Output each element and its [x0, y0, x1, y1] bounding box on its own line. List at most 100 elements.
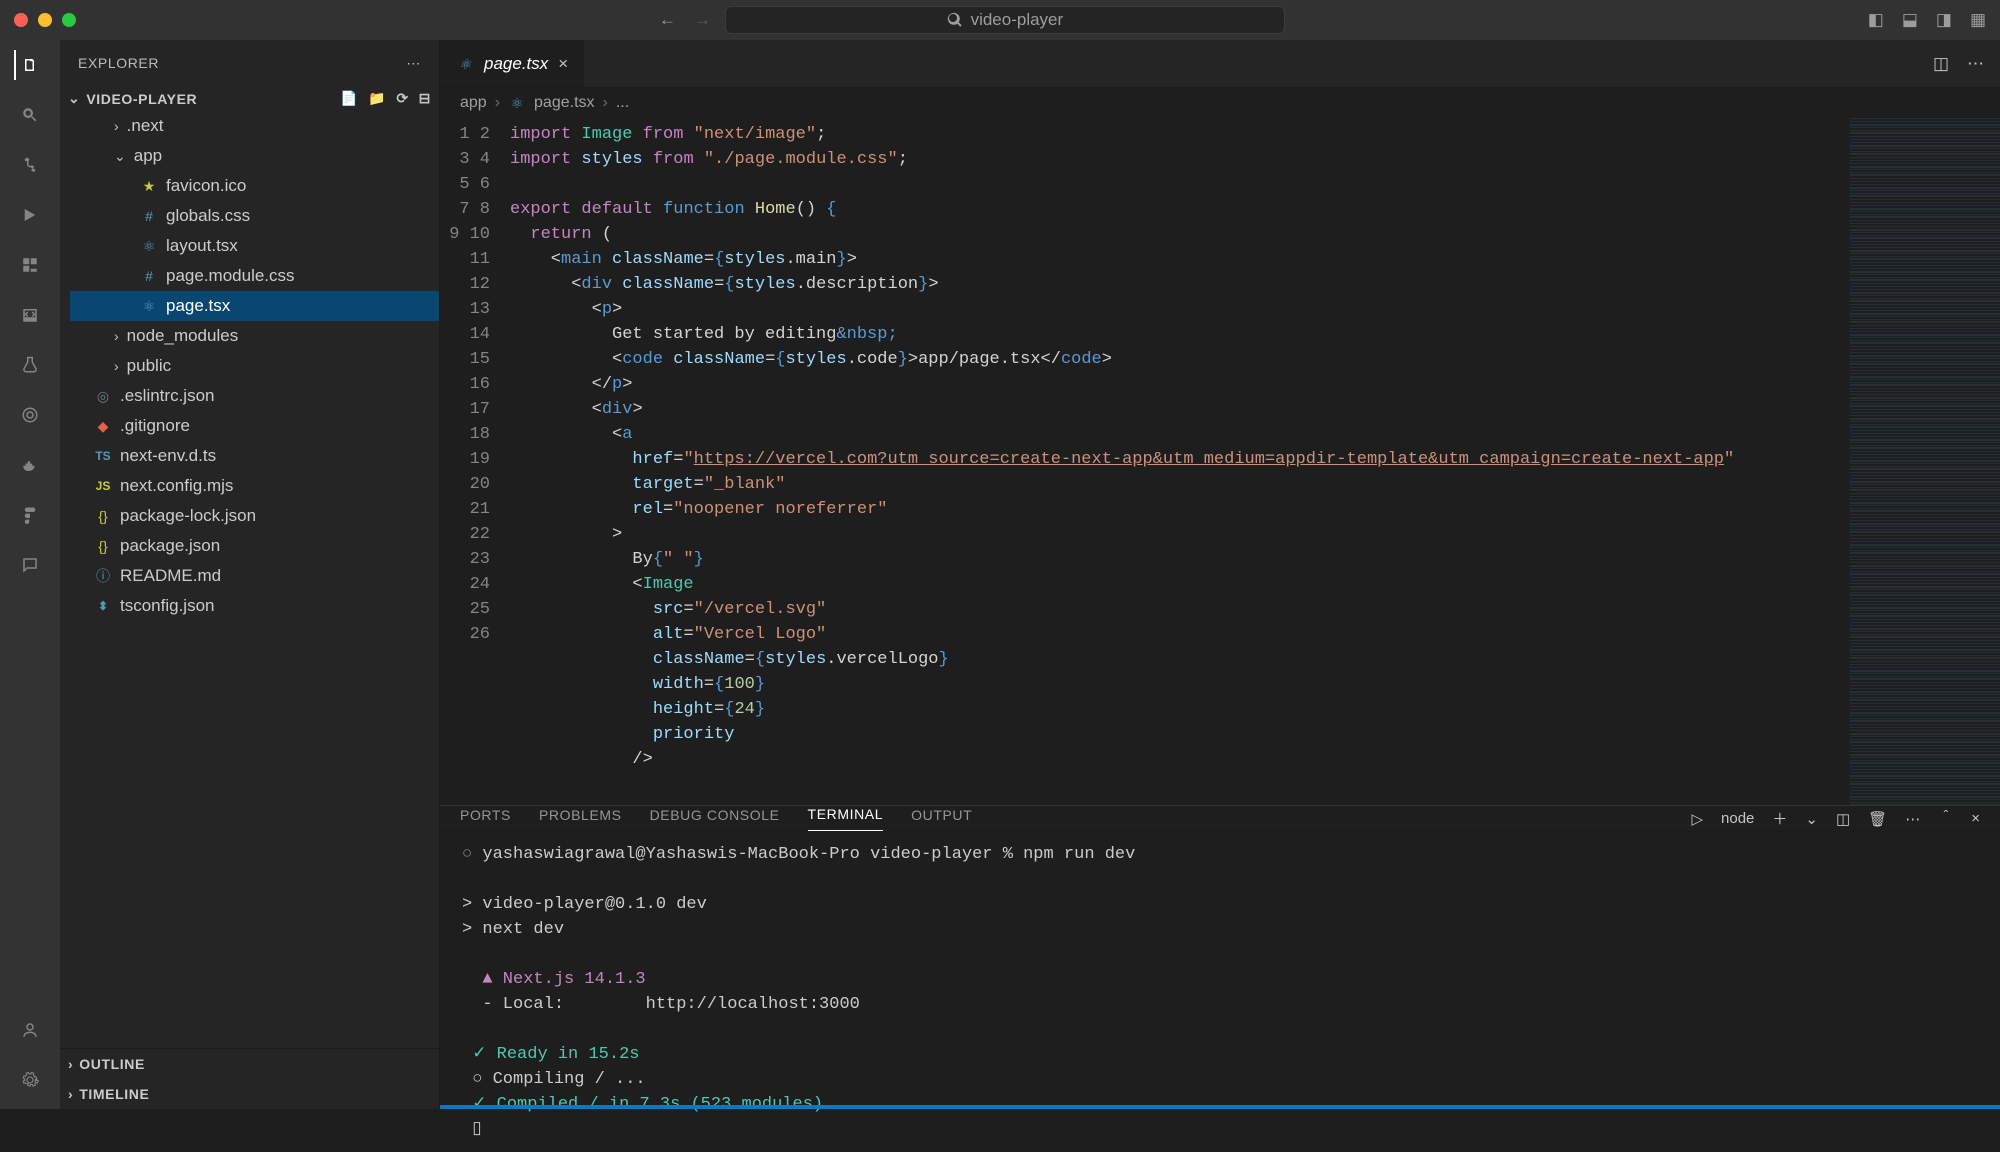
project-name: VIDEO-PLAYER: [86, 91, 197, 107]
file-page-module-css[interactable]: #page.module.css: [70, 261, 439, 291]
minimap[interactable]: [1850, 118, 2000, 805]
json-icon: {}: [94, 537, 112, 555]
activity-remote[interactable]: [15, 300, 45, 330]
folder-public[interactable]: ›public: [70, 351, 439, 381]
new-file-icon[interactable]: 📄: [340, 90, 358, 107]
terminal-shell-icon[interactable]: ▷: [1691, 810, 1703, 828]
chevron-right-icon: ›: [603, 94, 608, 112]
folder-next[interactable]: ›.next: [70, 111, 439, 141]
terminal-body[interactable]: ○ yashaswiagrawal@Yashaswis-MacBook-Pro …: [440, 832, 2000, 1152]
gear-icon: [21, 1071, 39, 1089]
activity-figma[interactable]: [15, 500, 45, 530]
code-content[interactable]: import Image from "next/image"; import s…: [510, 118, 1850, 805]
search-icon: [21, 106, 39, 124]
react-icon: ⚛: [456, 55, 474, 73]
activity-extensions[interactable]: [15, 250, 45, 280]
file-package-json[interactable]: {}package.json: [70, 531, 439, 561]
activity-run[interactable]: [15, 200, 45, 230]
chevron-right-icon: ›: [68, 1056, 73, 1072]
activity-settings[interactable]: [15, 1065, 45, 1095]
nav-forward-icon[interactable]: →: [694, 10, 711, 30]
timeline-section[interactable]: ›TIMELINE: [60, 1079, 439, 1109]
maximize-panel-icon[interactable]: ＾: [1938, 808, 1953, 829]
editor[interactable]: 1 2 3 4 5 6 7 8 9 10 11 12 13 14 15 16 1…: [440, 118, 2000, 805]
file-tree: ›.next ⌄app ★favicon.ico #globals.css ⚛l…: [60, 111, 439, 621]
close-panel-icon[interactable]: ×: [1971, 810, 1980, 827]
file-label: tsconfig.json: [120, 596, 215, 616]
chevron-right-icon: ›: [495, 94, 500, 112]
breadcrumb-rest: ...: [616, 94, 629, 112]
file-next-env[interactable]: TSnext-env.d.ts: [70, 441, 439, 471]
breadcrumb[interactable]: app › ⚛ page.tsx › ...: [440, 88, 2000, 118]
react-icon: ⚛: [140, 237, 158, 255]
file-favicon[interactable]: ★favicon.ico: [70, 171, 439, 201]
file-tsconfig[interactable]: ⬍ tsconfig.json: [70, 591, 439, 621]
command-center-search[interactable]: video-player: [725, 6, 1285, 34]
file-label: .gitignore: [120, 416, 190, 436]
file-page-tsx[interactable]: ⚛page.tsx: [70, 291, 439, 321]
nav-back-icon[interactable]: ←: [659, 10, 676, 30]
editor-more-icon[interactable]: ⋯: [1967, 54, 1984, 74]
traffic-lights: [14, 13, 76, 27]
folder-app[interactable]: ⌄app: [70, 141, 439, 171]
tsconfig-icon: ⬍: [94, 597, 112, 615]
new-terminal-icon[interactable]: ＋: [1772, 808, 1787, 829]
layout-secondary-sidebar-icon[interactable]: ◨: [1936, 10, 1952, 30]
target-icon: [21, 406, 39, 424]
layout-primary-sidebar-icon[interactable]: ◧: [1868, 10, 1884, 30]
tab-problems[interactable]: PROBLEMS: [539, 807, 622, 831]
zoom-window-button[interactable]: [62, 13, 76, 27]
file-label: README.md: [120, 566, 221, 586]
chevron-down-icon[interactable]: ⌄: [68, 90, 80, 107]
panel-more-icon[interactable]: ⋯: [1905, 810, 1920, 828]
activity-docker[interactable]: [15, 450, 45, 480]
minimize-window-button[interactable]: [38, 13, 52, 27]
file-layout-tsx[interactable]: ⚛layout.tsx: [70, 231, 439, 261]
tab-page-tsx[interactable]: ⚛ page.tsx ×: [440, 40, 585, 87]
file-gitignore[interactable]: ◆.gitignore: [70, 411, 439, 441]
timeline-label: TIMELINE: [79, 1086, 149, 1102]
tab-terminal[interactable]: TERMINAL: [808, 806, 884, 831]
terminal-dropdown-icon[interactable]: ⌄: [1805, 810, 1818, 828]
file-package-lock[interactable]: {}package-lock.json: [70, 501, 439, 531]
outline-section[interactable]: ›OUTLINE: [60, 1049, 439, 1079]
line-gutter: 1 2 3 4 5 6 7 8 9 10 11 12 13 14 15 16 1…: [440, 118, 510, 805]
collapse-all-icon[interactable]: ⊟: [419, 90, 431, 107]
refresh-icon[interactable]: ⟳: [396, 90, 408, 107]
term-line: ✓ Ready in 15.2s: [462, 1045, 639, 1064]
folder-label: node_modules: [127, 326, 239, 346]
term-user: yashaswiagrawal@Yashaswis-MacBook-Pro: [482, 845, 859, 864]
close-window-button[interactable]: [14, 13, 28, 27]
file-globals-css[interactable]: #globals.css: [70, 201, 439, 231]
activity-search[interactable]: [15, 100, 45, 130]
activity-testing[interactable]: [15, 350, 45, 380]
tab-debug-console[interactable]: DEBUG CONSOLE: [650, 807, 780, 831]
title-bar: ← → video-player ◧ ⬓ ◨ ▦: [0, 0, 2000, 40]
file-next-config[interactable]: JSnext.config.mjs: [70, 471, 439, 501]
activity-target[interactable]: [15, 400, 45, 430]
file-eslintrc[interactable]: ◎.eslintrc.json: [70, 381, 439, 411]
tab-output[interactable]: OUTPUT: [911, 807, 972, 831]
activity-explorer[interactable]: [14, 50, 44, 80]
chevron-right-icon: ›: [114, 328, 119, 344]
kill-terminal-icon[interactable]: 🗑: [1868, 810, 1887, 828]
layout-panel-icon[interactable]: ⬓: [1902, 10, 1918, 30]
split-terminal-icon[interactable]: ◫: [1836, 810, 1850, 828]
close-tab-icon[interactable]: ×: [558, 54, 568, 74]
split-editor-icon[interactable]: ◫: [1933, 54, 1949, 74]
react-icon: ⚛: [140, 297, 158, 315]
explorer-more-icon[interactable]: ⋯: [406, 55, 421, 72]
status-bar: [440, 1105, 2000, 1109]
activity-account[interactable]: [15, 1015, 45, 1045]
eslint-icon: ◎: [94, 387, 112, 405]
layout-customize-icon[interactable]: ▦: [1970, 10, 1986, 30]
new-folder-icon[interactable]: 📁: [368, 90, 386, 107]
folder-label: app: [134, 146, 162, 166]
tab-ports[interactable]: PORTS: [460, 807, 511, 831]
activity-scm[interactable]: [15, 150, 45, 180]
file-label: favicon.ico: [166, 176, 246, 196]
chevron-right-icon: ›: [114, 118, 119, 134]
folder-node-modules[interactable]: › node_modules: [70, 321, 439, 351]
activity-chat[interactable]: [15, 550, 45, 580]
file-readme[interactable]: ⓘREADME.md: [70, 561, 439, 591]
